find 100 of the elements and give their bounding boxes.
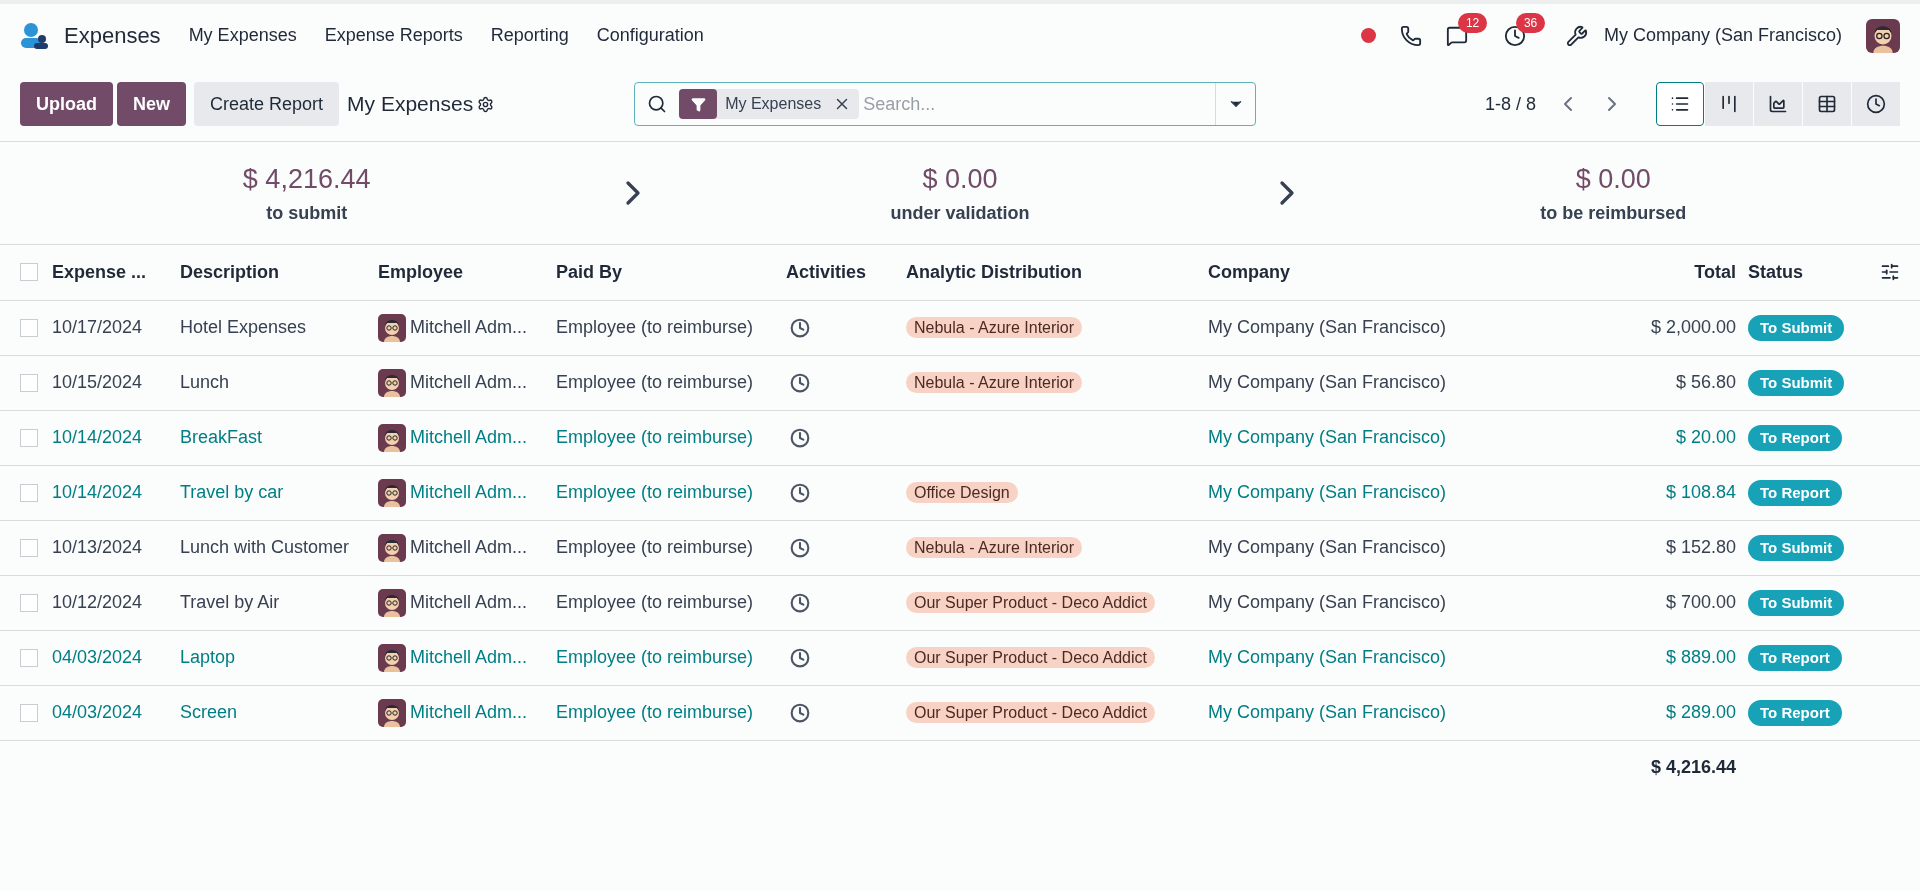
area-chart-icon [1768, 94, 1788, 114]
expense-row[interactable]: 04/03/2024 Screen Mitchell Adm... Employee (to reimburse) Our Super Product - Deco Addict My Company (San Francisco) $ 289.00 To Report [0, 685, 1920, 740]
select-all-checkbox[interactable] [20, 263, 38, 282]
column-header[interactable]: Total [1694, 261, 1736, 282]
description-cell: Travel by car [180, 482, 284, 502]
activity-clock-icon[interactable] [790, 537, 810, 558]
employee-cell-text: Mitchell Adm... [410, 316, 528, 339]
row-checkbox[interactable] [20, 373, 38, 392]
description-cell: Laptop [180, 647, 236, 667]
row-checkbox[interactable] [20, 703, 38, 722]
settings-icon[interactable] [477, 95, 495, 113]
row-checkbox[interactable] [20, 538, 38, 557]
summary-amount[interactable]: $ 4,216.44 [242, 159, 371, 200]
app-logo-icon[interactable] [20, 21, 48, 50]
expense-row[interactable]: 10/14/2024 BreakFast Mitchell Adm... Employee (to reimburse) My Company (San Francisco) $ 20.00 To Report [0, 410, 1920, 465]
row-checkbox[interactable] [20, 318, 38, 337]
activity-clock-icon[interactable] [790, 427, 810, 448]
total-cell: $ 289.00 [1665, 702, 1736, 722]
row-checkbox[interactable] [20, 648, 38, 667]
employee-cell-text: Mitchell Adm... [410, 426, 528, 449]
status-badge: To Submit [1748, 534, 1845, 562]
company-switcher[interactable]: My Company (San Francisco) [1603, 22, 1842, 49]
expense-row[interactable]: 04/03/2024 Laptop Mitchell Adm... Employee (to reimburse) Our Super Product - Deco Addict My Company (San Francisco) $ 889.00 To Report [0, 630, 1920, 685]
company-cell: My Company (San Francisco) [1208, 592, 1447, 612]
activity-clock-icon[interactable] [790, 702, 810, 723]
company-cell: My Company (San Francisco) [1208, 372, 1447, 392]
analytic-tag: Office Design [906, 482, 1018, 503]
activity-clock-icon[interactable] [790, 592, 810, 613]
paid-by-cell: Employee (to reimburse) [556, 317, 754, 337]
avatar-icon [378, 478, 406, 507]
search-input[interactable]: Search... [863, 83, 1216, 125]
app-name[interactable]: Expenses [64, 19, 161, 52]
row-checkbox[interactable] [20, 593, 38, 612]
tools-icon[interactable] [1565, 24, 1588, 47]
messages-icon[interactable] [1445, 24, 1468, 47]
activity-clock-icon[interactable] [790, 372, 810, 393]
activity-icon[interactable] [1503, 24, 1526, 47]
column-header[interactable]: Status [1748, 261, 1803, 282]
search-icon[interactable] [647, 94, 668, 114]
column-header[interactable]: Activities [786, 261, 867, 282]
paid-by-cell: Employee (to reimburse) [556, 537, 754, 557]
company-cell: My Company (San Francisco) [1208, 482, 1447, 502]
create-report-button[interactable]: Create Report [194, 82, 340, 126]
column-header[interactable]: Company [1208, 261, 1290, 282]
employee-cell-text: Mitchell Adm... [410, 591, 528, 614]
expense-row[interactable]: 10/13/2024 Lunch with Customer Mitchell Adm... Employee (to reimburse) Nebula - Azure Interior My Company (San Francisco) $ 152.80 To Submit [0, 520, 1920, 575]
view-switcher-button[interactable] [1656, 82, 1704, 126]
filter-facet[interactable]: My Expenses [679, 89, 860, 119]
menu-item[interactable]: Reporting [490, 22, 569, 49]
paid-by-cell: Employee (to reimburse) [556, 427, 754, 447]
pager-value[interactable]: 1-8 / 8 [1484, 90, 1536, 118]
status-badge: To Report [1748, 424, 1842, 452]
column-header[interactable]: Paid By [556, 261, 623, 282]
column-header[interactable]: Analytic Distribution [906, 261, 1082, 282]
summary-amount[interactable]: $ 0.00 [922, 159, 998, 200]
primary-button[interactable]: Upload [20, 82, 113, 126]
activity-clock-icon[interactable] [790, 317, 810, 338]
description-cell: Hotel Expenses [180, 317, 307, 337]
row-checkbox[interactable] [20, 483, 38, 502]
avatar-icon [378, 423, 406, 452]
date-cell: 10/14/2024 [52, 427, 143, 447]
primary-button[interactable]: New [117, 82, 186, 126]
summary-label: to submit [266, 201, 348, 225]
status-badge: To Submit [1748, 314, 1845, 342]
expense-row[interactable]: 10/15/2024 Lunch Mitchell Adm... Employee (to reimburse) Nebula - Azure Interior My Company (San Francisco) $ 56.80 To Submit [0, 355, 1920, 410]
column-header[interactable]: Employee [378, 261, 464, 282]
date-cell: 04/03/2024 [52, 647, 143, 667]
expense-row[interactable]: 10/12/2024 Travel by Air Mitchell Adm... Employee (to reimburse) Our Super Product - Deco Addict My Company (San Francisco) $ 700.00 To Submit [0, 575, 1920, 630]
column-header[interactable]: Expense ... [52, 261, 147, 282]
optional-columns-icon[interactable] [1880, 262, 1900, 283]
breadcrumb: My Expenses [347, 91, 474, 118]
total-cell: $ 152.80 [1665, 537, 1736, 557]
date-cell: 10/14/2024 [52, 482, 143, 502]
analytic-tag: Nebula - Azure Interior [906, 537, 1083, 558]
column-header[interactable]: Description [180, 261, 280, 282]
table-icon [1817, 94, 1837, 114]
status-badge: To Submit [1748, 589, 1845, 617]
menu-item[interactable]: Expense Reports [324, 22, 463, 49]
expense-row[interactable]: 10/14/2024 Travel by car Mitchell Adm... Employee (to reimburse) Office Design My Company (San Francisco) $ 108.84 To Report [0, 465, 1920, 520]
company-cell: My Company (San Francisco) [1208, 537, 1447, 557]
paid-by-cell: Employee (to reimburse) [556, 372, 754, 392]
clock-icon [1866, 94, 1886, 114]
summary-amount[interactable]: $ 0.00 [1575, 159, 1651, 200]
row-checkbox[interactable] [20, 428, 38, 447]
total-cell: $ 2,000.00 [1650, 317, 1736, 337]
total-cell: $ 700.00 [1665, 592, 1736, 612]
activity-clock-icon[interactable] [790, 482, 810, 503]
description-cell: Screen [180, 702, 238, 722]
phone-icon[interactable] [1399, 24, 1422, 47]
employee-cell-text: Mitchell Adm... [410, 646, 528, 669]
description-cell: Travel by Air [180, 592, 280, 612]
activity-clock-icon[interactable] [790, 647, 810, 668]
avatar-icon [378, 313, 406, 342]
menu-item[interactable]: Configuration [596, 22, 704, 49]
employee-cell-text: Mitchell Adm... [410, 536, 528, 559]
expense-row[interactable]: 10/17/2024 Hotel Expenses Mitchell Adm... Employee (to reimburse) Nebula - Azure Interior My Company (San Francisco) $ 2,000.00 To Submit [0, 300, 1920, 355]
search-bar[interactable]: My Expenses Search... [634, 82, 1257, 126]
status-badge: To Submit [1748, 369, 1845, 397]
avatar-icon [378, 368, 406, 397]
menu-item[interactable]: My Expenses [188, 22, 297, 49]
